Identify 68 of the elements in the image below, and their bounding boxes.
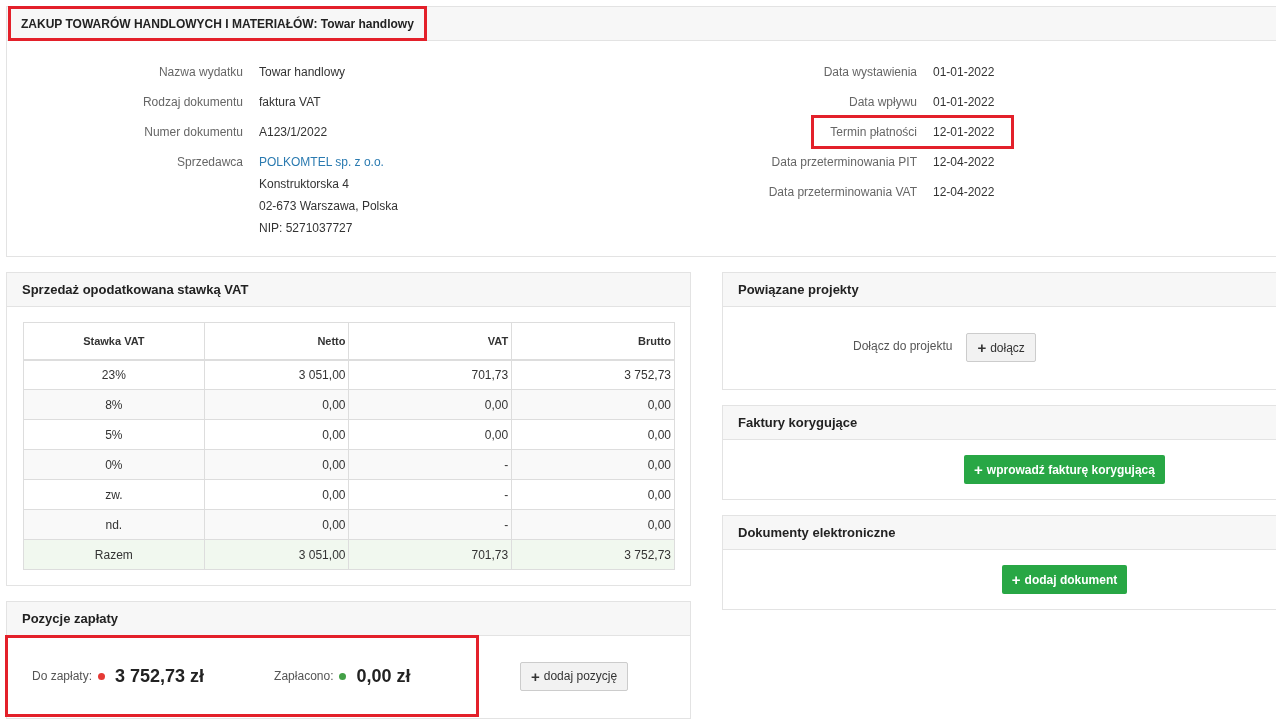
field-label: Data wystawienia — [823, 64, 917, 81]
field-value: 01-01-2022 — [933, 94, 996, 111]
column-header: Stawka VAT — [23, 322, 205, 360]
table-cell: - — [349, 449, 512, 480]
payment-amount: 3 752,73 zł — [115, 664, 205, 688]
table-cell: 0,00 — [511, 509, 675, 540]
table-cell: 5% — [23, 419, 205, 450]
table-cell: 0,00 — [349, 419, 512, 450]
field-value: A123/1/2022 — [259, 124, 328, 141]
column-header: Brutto — [511, 322, 675, 360]
column-header: Netto — [204, 322, 349, 360]
field-value: Towar handlowy — [259, 64, 346, 81]
add-button[interactable]: + dołącz — [966, 333, 1036, 362]
table-cell: - — [349, 509, 512, 540]
field-label: Nazwa wydatku — [158, 64, 243, 81]
table-cell: 8% — [23, 389, 205, 420]
field-label: Data przeterminowania VAT — [768, 184, 917, 201]
payment-label: Do zapłaty: — [32, 668, 93, 685]
field-label: Termin płatności — [830, 124, 917, 141]
table-cell: 0,00 — [204, 449, 349, 480]
payment-amount: 0,00 zł — [356, 664, 411, 688]
seller-link[interactable]: POLKOMTEL sp. z o.o. — [259, 153, 398, 171]
table-cell: - — [349, 479, 512, 510]
panel-title: Dokumenty elektroniczne — [738, 523, 896, 542]
field-label: Rodzaj dokumentu — [142, 94, 243, 111]
total-cell: Razem — [23, 539, 205, 570]
table-cell: 3 051,00 — [204, 359, 349, 390]
panel-title: Pozycje zapłaty — [22, 609, 119, 628]
total-cell: 3 752,73 — [511, 539, 675, 570]
field-value: NIP: 5271037727 — [259, 220, 354, 237]
table-cell: 0,00 — [511, 449, 675, 480]
panel-title: Faktury korygujące — [738, 413, 858, 432]
field-value: Konstruktorska 4 — [259, 176, 351, 193]
field-value: 02-673 Warszawa, Polska — [259, 198, 398, 215]
field-label: Sprzedawca — [176, 154, 243, 171]
field-value: 12-01-2022 — [933, 124, 996, 141]
table-cell: 0,00 — [349, 389, 512, 420]
total-cell: 3 051,00 — [204, 539, 349, 570]
table-cell: zw. — [23, 479, 205, 510]
table-cell: 0,00 — [204, 389, 349, 420]
panel-title: Sprzedaż opodatkowana stawką VAT — [22, 280, 249, 299]
field-value: 01-01-2022 — [933, 64, 996, 81]
table-cell: 23% — [23, 359, 205, 390]
table-cell: 0,00 — [204, 509, 349, 540]
add-button[interactable]: + wprowadź fakturę korygującą — [964, 455, 1165, 484]
panel-title: Powiązane projekty — [738, 280, 859, 299]
field-value: 12-04-2022 — [933, 154, 996, 171]
total-cell: 701,73 — [349, 539, 512, 570]
document-title: ZAKUP TOWARÓW HANDLOWYCH I MATERIAŁÓW: Towar handlowy — [21, 15, 414, 33]
add-button[interactable]: + dodaj pozycję — [520, 661, 629, 691]
table-cell: 0,00 — [204, 479, 349, 510]
field-label: Dołącz do projektu — [853, 338, 953, 355]
field-label: Numer dokumentu — [144, 124, 243, 141]
field-label: Data wpływu — [848, 94, 917, 111]
payment-label: Zapłacono: — [274, 668, 334, 685]
field-label: Data przeterminowania PIT — [771, 154, 917, 171]
table-cell: 0,00 — [204, 419, 349, 450]
table-cell: nd. — [23, 509, 205, 540]
table-cell: 3 752,73 — [511, 359, 675, 390]
table-cell: 0% — [23, 449, 205, 480]
table-cell: 701,73 — [349, 359, 512, 390]
table-cell: 0,00 — [511, 419, 675, 450]
field-value: faktura VAT — [259, 94, 321, 111]
table-cell: 0,00 — [511, 389, 675, 420]
field-value: 12-04-2022 — [933, 184, 996, 201]
add-button[interactable]: + dodaj dokument — [1001, 565, 1128, 594]
table-cell: 0,00 — [511, 479, 675, 510]
column-header: VAT — [349, 322, 512, 360]
